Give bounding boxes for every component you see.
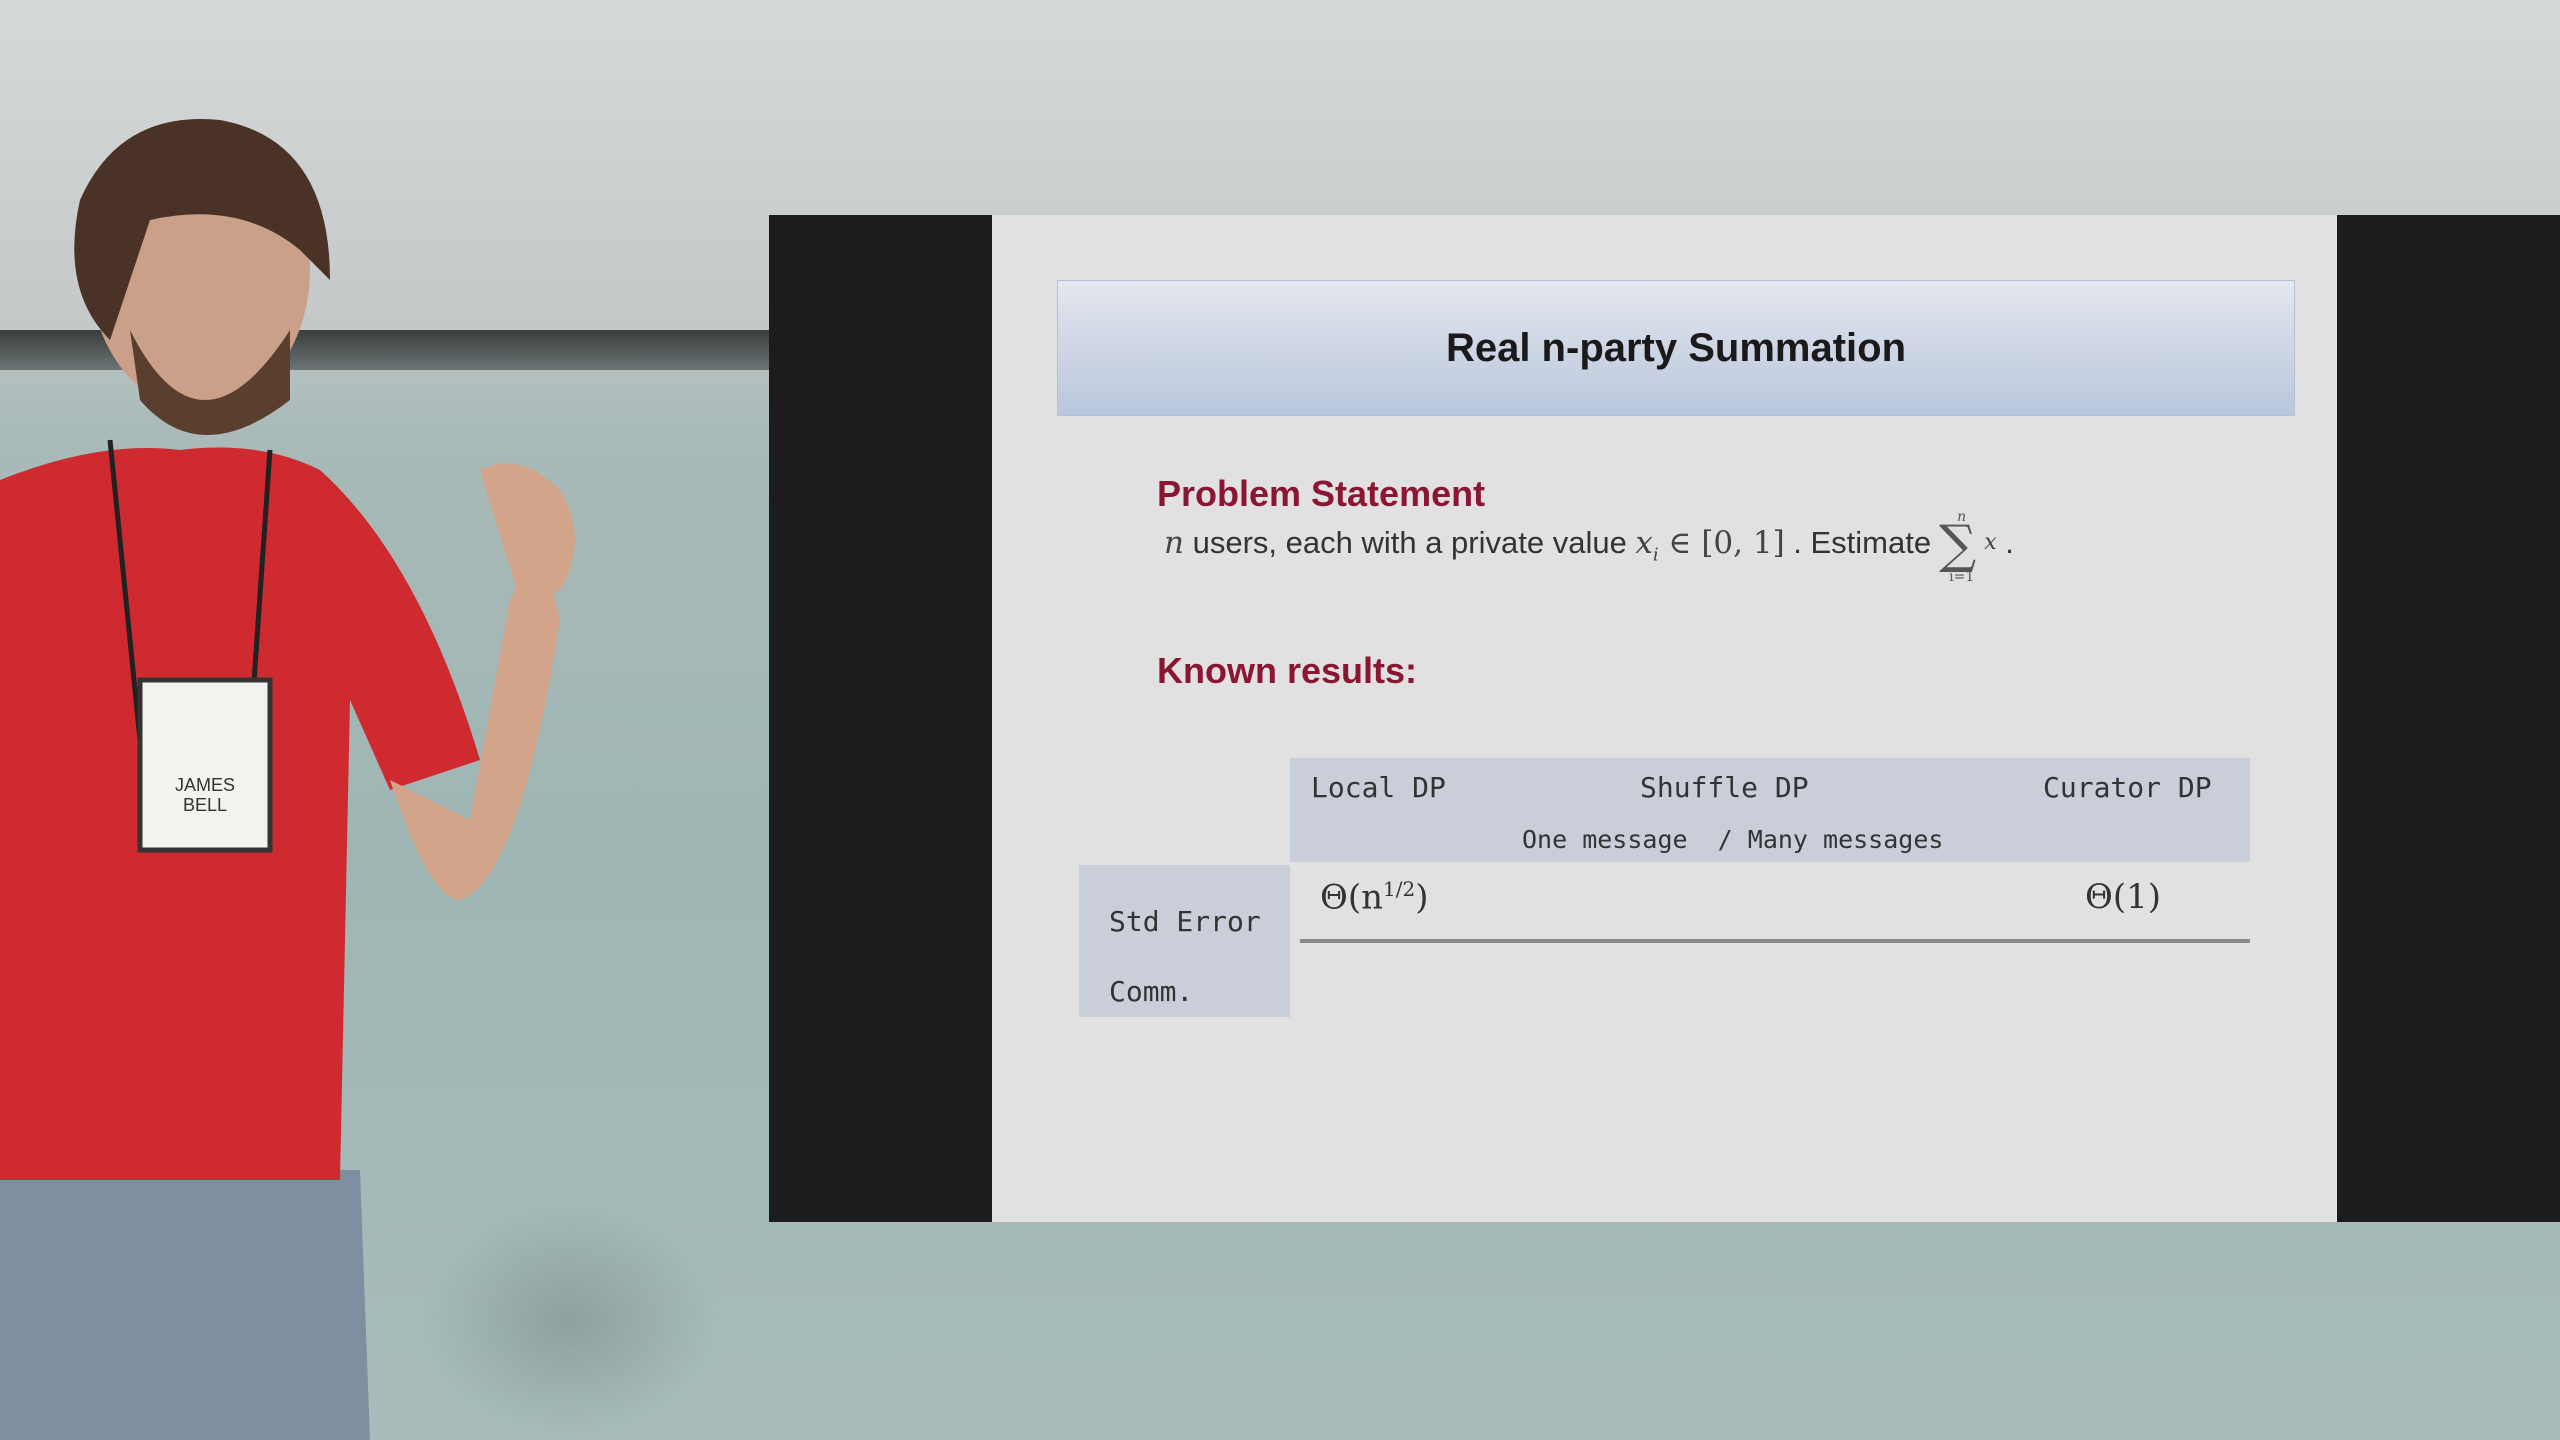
paren: )	[1415, 877, 1429, 918]
slide-title: Real n-party Summation	[1445, 325, 1907, 370]
std-error-local: Θ(n1/2)	[1320, 877, 1429, 917]
badge-line-1: JAMES	[174, 775, 235, 795]
sum-upper: n	[1957, 509, 1967, 525]
theta-n: Θ(n	[1320, 877, 1384, 918]
known-results-heading: Known results:	[1157, 650, 1418, 691]
text-2: . Estimate	[1784, 525, 1932, 561]
sum-lower: i=1	[1949, 569, 1975, 585]
var-n: n	[1164, 525, 1184, 562]
text-1: users, each with a private value	[1183, 525, 1636, 561]
col-local-dp: Local DP	[1311, 771, 1446, 804]
text-end: .	[1996, 525, 2014, 561]
shuffle-subheader: One message / Many messages	[1522, 825, 1944, 854]
slide: Real n-party Summation Problem Statement…	[992, 215, 2337, 1222]
slide-title-bar: Real n-party Summation	[1057, 280, 2295, 416]
problem-statement-text: n users, each with a private value xi ∈ …	[1164, 509, 2014, 585]
summand: x	[1984, 530, 1997, 556]
sum-symbol: n ∑ i=1	[1939, 509, 1976, 585]
membership: ∈ [0, 1]	[1658, 525, 1785, 562]
name-badge-text: JAMES BELL	[142, 775, 268, 815]
badge-line-2: BELL	[182, 795, 228, 815]
row-comm: Comm.	[1109, 975, 1194, 1008]
table-rule	[1300, 939, 2250, 943]
problem-statement-heading: Problem Statement	[1157, 473, 1486, 514]
std-error-curator: Θ(1)	[2085, 877, 2162, 917]
row-std-error: Std Error	[1109, 905, 1261, 938]
var-x: x	[1635, 525, 1653, 562]
exponent: 1/2	[1383, 877, 1416, 901]
col-curator-dp: Curator DP	[2043, 771, 2212, 804]
col-shuffle-dp: Shuffle DP	[1640, 771, 1809, 804]
speaker-figure	[0, 119, 575, 1440]
name-badge	[137, 677, 273, 853]
